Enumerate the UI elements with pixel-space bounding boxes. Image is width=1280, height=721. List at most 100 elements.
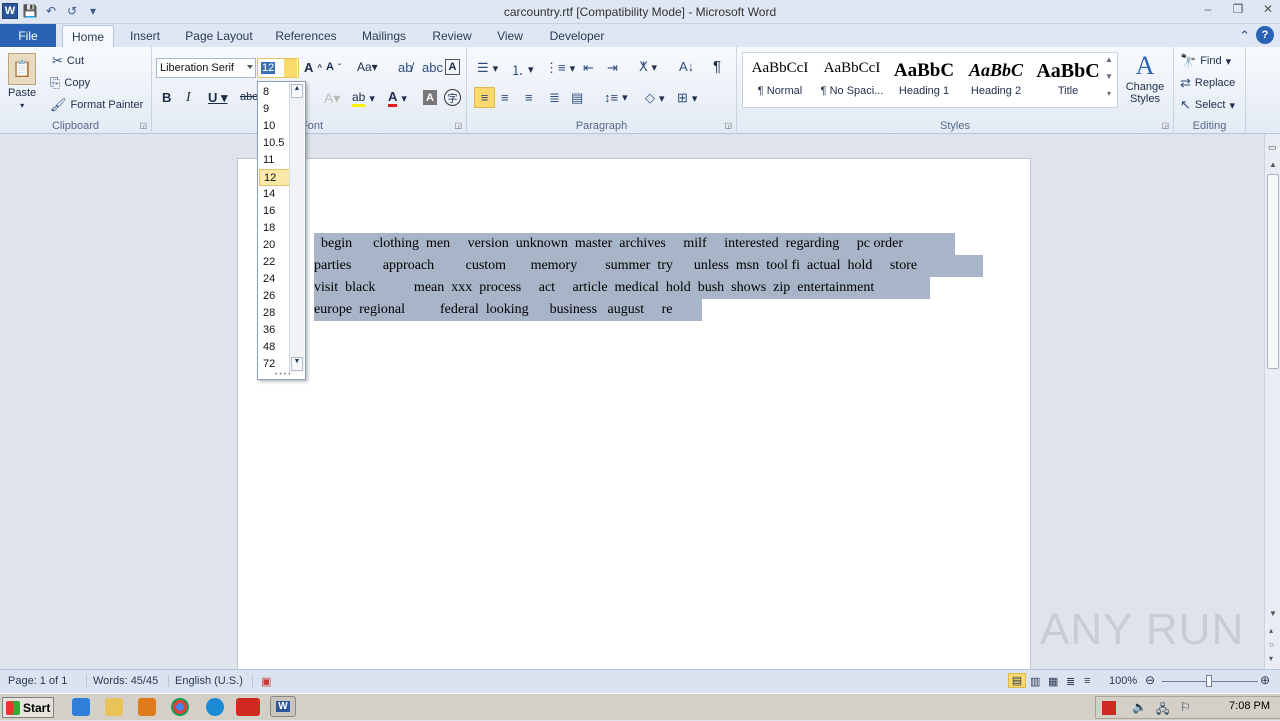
align-left-icon[interactable]: ≡ xyxy=(474,87,495,108)
tab-page-layout[interactable]: Page Layout xyxy=(180,24,258,47)
shrink-font-icon[interactable]: Aˇ xyxy=(326,61,341,73)
network-icon[interactable]: 🖧 xyxy=(1156,700,1169,721)
help-icon[interactable]: ? xyxy=(1256,26,1274,44)
font-size-option[interactable]: 20 xyxy=(259,237,290,254)
start-button[interactable]: Start xyxy=(2,697,54,718)
select-button[interactable]: ↖ Select ▾ xyxy=(1180,97,1235,113)
cut-button[interactable]: ✂ Cut xyxy=(52,53,84,69)
font-size-option[interactable]: 9 xyxy=(259,101,290,118)
enclose-characters-icon[interactable]: 字 xyxy=(444,89,461,106)
font-size-list-scrollbar[interactable]: ▲ ▼ xyxy=(289,83,304,372)
underline-icon[interactable]: U ▾ xyxy=(208,90,228,106)
asian-layout-icon[interactable]: ⵅ ▾ xyxy=(639,59,657,75)
copy-button[interactable]: ⎘ Copy xyxy=(50,75,90,91)
tab-file[interactable]: File xyxy=(0,24,56,47)
font-size-option[interactable]: 8 xyxy=(259,84,290,101)
page-count[interactable]: Page: 1 of 1 xyxy=(8,675,67,687)
previous-page-icon[interactable]: ▴ xyxy=(1269,626,1273,635)
styles-launcher-icon[interactable]: ◲ xyxy=(1161,121,1169,130)
style-title[interactable]: AaBbC Title xyxy=(1033,55,1103,103)
character-border-icon[interactable]: A xyxy=(445,59,460,75)
shading-icon[interactable]: ◇ ▾ xyxy=(645,90,665,106)
web-layout-icon[interactable]: ▦ xyxy=(1048,675,1058,688)
bullets-icon[interactable]: ☰ ▾ xyxy=(477,60,498,76)
font-size-option[interactable]: 16 xyxy=(259,203,290,220)
edge-icon[interactable] xyxy=(206,698,224,716)
tab-review[interactable]: Review xyxy=(426,24,478,47)
font-size-combo[interactable]: 12 xyxy=(257,58,299,78)
multilevel-list-icon[interactable]: ⋮≡ ▾ xyxy=(545,60,575,76)
bold-icon[interactable]: B xyxy=(162,90,171,105)
italic-icon[interactable]: I xyxy=(186,90,191,106)
browse-object-icon[interactable]: ○ xyxy=(1269,640,1274,649)
clear-formatting-icon[interactable]: ab̸ xyxy=(398,60,412,75)
numbering-icon[interactable]: ⒈ ▾ xyxy=(511,60,534,79)
scroll-down-icon[interactable]: ▼ xyxy=(1269,609,1277,618)
clipboard-launcher-icon[interactable]: ◲ xyxy=(139,121,147,130)
zoom-level[interactable]: 100% xyxy=(1109,675,1137,687)
word-count[interactable]: Words: 45/45 xyxy=(86,675,158,687)
replace-button[interactable]: ⇄ Replace xyxy=(1180,75,1235,91)
highlight-color-icon[interactable]: ab ▾ xyxy=(352,90,375,107)
tab-references[interactable]: References xyxy=(270,24,342,47)
style-heading-2[interactable]: AaBbC Heading 2 xyxy=(961,55,1031,103)
document-page[interactable]: begin clothing men version unknown maste… xyxy=(237,158,1031,669)
print-layout-icon[interactable]: ▤ xyxy=(1008,673,1026,688)
clock[interactable]: 7:08 PM xyxy=(1229,700,1270,712)
full-screen-reading-icon[interactable]: ▥ xyxy=(1030,675,1040,688)
tab-view[interactable]: View xyxy=(490,24,530,47)
flag-icon[interactable]: ⚐ xyxy=(1180,700,1191,714)
font-name-dropdown-icon[interactable] xyxy=(247,65,253,69)
font-size-option[interactable]: 10 xyxy=(259,118,290,135)
tab-insert[interactable]: Insert xyxy=(122,24,168,47)
document-line[interactable]: visit black mean xxx process act article… xyxy=(314,277,930,299)
font-size-option[interactable]: 10.5 xyxy=(259,135,290,152)
scrollbar-thumb[interactable] xyxy=(1267,174,1279,369)
ie-icon[interactable] xyxy=(72,698,90,716)
font-launcher-icon[interactable]: ◲ xyxy=(454,121,462,130)
next-page-icon[interactable]: ▾ xyxy=(1269,654,1273,663)
explorer-folder-icon[interactable] xyxy=(105,698,123,716)
document-line[interactable]: europe regional federal looking business… xyxy=(314,299,702,321)
text-effects-icon[interactable]: A▾ xyxy=(324,90,340,107)
tab-home[interactable]: Home xyxy=(62,25,114,48)
font-size-option[interactable]: 26 xyxy=(259,288,290,305)
style-normal[interactable]: AaBbCcI ¶ Normal xyxy=(745,55,815,103)
font-name-combo[interactable]: Liberation Serif xyxy=(156,58,256,78)
font-size-option[interactable]: 24 xyxy=(259,271,290,288)
document-line[interactable]: begin clothing men version unknown maste… xyxy=(314,233,955,255)
anyrun-tray-icon[interactable] xyxy=(1102,701,1116,715)
zoom-in-icon[interactable]: ⊕ xyxy=(1260,673,1270,687)
font-color-icon[interactable]: A ▾ xyxy=(388,89,407,107)
tab-mailings[interactable]: Mailings xyxy=(354,24,414,47)
increase-indent-icon[interactable]: ⇥ xyxy=(607,60,618,76)
ruler-toggle-icon[interactable]: ▭ xyxy=(1268,142,1277,153)
font-size-option-selected[interactable]: 12 xyxy=(259,169,290,186)
line-spacing-icon[interactable]: ↕≡ ▾ xyxy=(604,90,628,105)
font-size-dropdown-icon[interactable] xyxy=(284,59,297,77)
volume-icon[interactable]: 🔈 xyxy=(1132,700,1147,714)
find-button[interactable]: 🔭 Find ▾ xyxy=(1180,53,1231,69)
close-button[interactable]: ✕ xyxy=(1260,2,1276,16)
paragraph-launcher-icon[interactable]: ◲ xyxy=(724,121,732,130)
show-formatting-icon[interactable]: ¶ xyxy=(713,58,721,75)
document-line[interactable]: parties approach custom memory summer tr… xyxy=(314,255,983,277)
word-taskbar-button[interactable]: W xyxy=(270,696,296,717)
grow-font-icon[interactable]: A ^ xyxy=(304,60,322,75)
phonetic-guide-icon[interactable]: abc xyxy=(422,60,443,75)
strikethrough-icon[interactable]: abc xyxy=(240,91,258,103)
zoom-out-icon[interactable]: ⊖ xyxy=(1145,673,1155,687)
font-size-option[interactable]: 14 xyxy=(259,186,290,203)
style-no-spacing[interactable]: AaBbCcI ¶ No Spaci... xyxy=(817,55,887,103)
vertical-scrollbar[interactable]: ▭ ▲ ▼ ▴ ○ ▾ xyxy=(1264,134,1280,669)
character-shading-icon[interactable]: A xyxy=(423,90,437,105)
align-right-icon[interactable]: ≡ xyxy=(525,90,533,105)
list-scroll-down-icon[interactable]: ▼ xyxy=(291,357,303,371)
sort-icon[interactable]: A↓ xyxy=(679,59,694,74)
font-size-option[interactable]: 11 xyxy=(259,152,290,169)
change-styles-button[interactable]: A Change Styles xyxy=(1123,51,1167,105)
align-center-icon[interactable]: ≡ xyxy=(501,90,509,105)
paste-button[interactable]: 📋 Paste ▾ xyxy=(8,53,36,110)
language-indicator[interactable]: English (U.S.) xyxy=(168,675,243,687)
borders-icon[interactable]: ⊞ ▾ xyxy=(677,90,697,106)
